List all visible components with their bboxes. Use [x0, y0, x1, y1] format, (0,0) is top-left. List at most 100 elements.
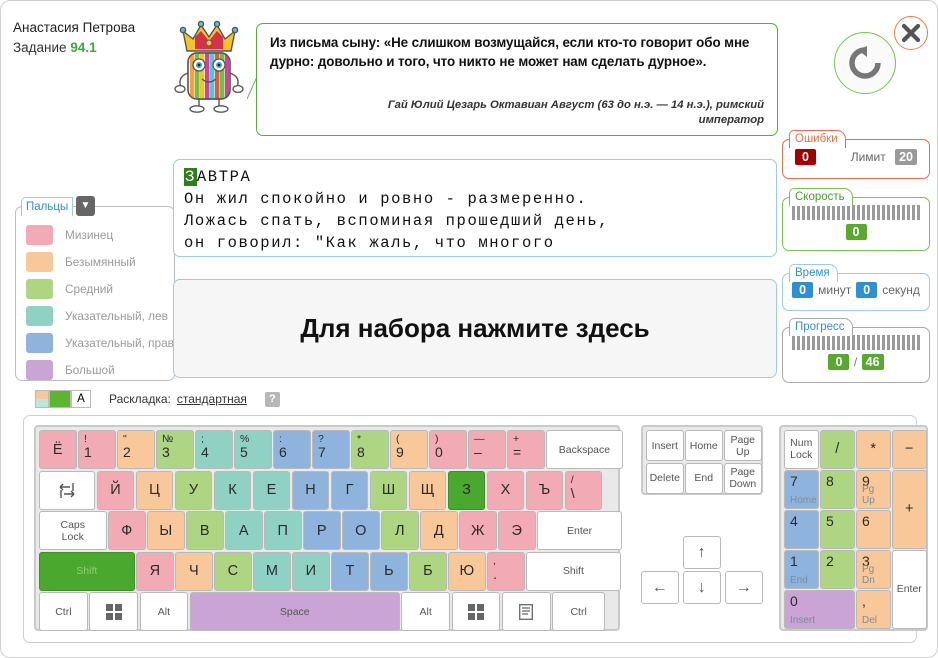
key-1[interactable]: ! 1	[78, 430, 116, 469]
key-ctrl-right[interactable]: Ctrl	[552, 592, 606, 631]
restart-button[interactable]	[834, 32, 896, 94]
key-yu[interactable]: Ю	[448, 551, 486, 591]
key-np-9[interactable]: 9 Pg Up	[856, 470, 891, 509]
key-es[interactable]: С	[214, 551, 252, 591]
key-0[interactable]: ) 0	[429, 430, 467, 469]
key-6[interactable]: :6	[273, 430, 311, 469]
key-a[interactable]: А	[225, 511, 263, 550]
letter-case-button[interactable]: A	[71, 390, 91, 408]
chevron-down-icon[interactable]: ▼	[76, 196, 95, 216]
key-i[interactable]: И	[292, 551, 330, 591]
key-np-minus[interactable]: −	[892, 430, 927, 469]
key-np-multiply[interactable]: *	[856, 430, 891, 469]
key-insert[interactable]: Insert	[646, 430, 684, 461]
key-tse[interactable]: Ц	[135, 470, 174, 510]
help-icon[interactable]: ?	[264, 391, 280, 407]
color-scheme-swatch[interactable]	[35, 390, 49, 408]
key-page-up[interactable]: Page Up	[724, 430, 762, 461]
gauge-bar	[902, 205, 905, 220]
key-ka[interactable]: К	[213, 470, 252, 510]
key-sha[interactable]: Ш	[369, 470, 408, 510]
key-ya[interactable]: Я	[136, 551, 174, 591]
key-comma[interactable]: ,.	[487, 551, 525, 591]
key-shift-right[interactable]: Shift	[526, 551, 621, 591]
key-ie[interactable]: Е	[252, 470, 291, 510]
key-end[interactable]: End	[685, 462, 723, 494]
key-ze[interactable]: З	[447, 470, 486, 510]
key-alt-left[interactable]: Alt	[139, 592, 189, 631]
highlight-color-swatch[interactable]	[49, 390, 71, 408]
key-ef[interactable]: Ф	[108, 511, 146, 550]
key-ha[interactable]: Х	[486, 470, 525, 510]
key-2[interactable]: " 2	[117, 430, 155, 469]
key-arrow-left[interactable]: ←	[641, 571, 679, 604]
key-de[interactable]: Д	[420, 511, 458, 550]
key-space[interactable]: Space	[189, 592, 400, 631]
key-7[interactable]: ? 7	[312, 430, 350, 469]
key-te[interactable]: Т	[331, 551, 369, 591]
key-yery[interactable]: Ы	[147, 511, 185, 550]
key-enter[interactable]: Enter	[537, 511, 623, 550]
key-np-5[interactable]: 5	[820, 510, 855, 549]
key-5[interactable]: % 5	[234, 430, 272, 469]
key-np-2[interactable]: 2	[820, 550, 855, 589]
key-em[interactable]: М	[253, 551, 291, 591]
key-np-4[interactable]: 4	[784, 510, 819, 549]
key-label: Е	[266, 482, 277, 498]
key-che[interactable]: Ч	[175, 551, 213, 591]
key-alt-right[interactable]: Alt	[401, 592, 450, 631]
typing-input-area[interactable]: Для набора нажмите здесь	[173, 279, 777, 378]
key-pe[interactable]: П	[264, 511, 302, 550]
key-arrow-right[interactable]: →	[725, 571, 763, 604]
key-8[interactable]: * 8	[351, 430, 389, 469]
key-np-enter[interactable]: Enter	[892, 550, 927, 629]
key-np-0[interactable]: 0 Insert	[784, 590, 855, 629]
key-ve[interactable]: В	[186, 511, 224, 550]
key-minus[interactable]: — –	[468, 430, 506, 469]
key-yo[interactable]: Ё	[39, 430, 77, 469]
key-win-left[interactable]	[89, 592, 138, 631]
key-num-lock[interactable]: Num Lock	[784, 430, 819, 469]
key-shift-left[interactable]: Shift	[39, 551, 135, 591]
key-np-1[interactable]: 1 End	[784, 550, 819, 589]
close-button[interactable]	[894, 16, 928, 50]
key-be[interactable]: Б	[409, 551, 447, 591]
layout-value-link[interactable]: стандартная	[177, 392, 247, 406]
key-np-decimal[interactable]: , Del	[856, 590, 891, 629]
key-shcha[interactable]: Щ	[408, 470, 447, 510]
key-3[interactable]: № 3	[156, 430, 194, 469]
key-caps-lock[interactable]: Caps Lock	[39, 511, 107, 550]
key-equals[interactable]: + =	[507, 430, 545, 469]
key-o[interactable]: О	[342, 511, 380, 550]
key-delete[interactable]: Delete	[646, 462, 684, 494]
key-slash[interactable]: / \	[564, 470, 603, 510]
key-np-divide[interactable]: /	[820, 430, 855, 469]
key-zhe[interactable]: Ж	[459, 511, 497, 550]
key-np-6[interactable]: 6	[856, 510, 891, 549]
key-page-down[interactable]: Page Down	[724, 462, 762, 494]
key-ctrl-left[interactable]: Ctrl	[39, 592, 88, 631]
key-en[interactable]: Н	[291, 470, 330, 510]
key-tab[interactable]	[39, 470, 96, 510]
key-arrow-up[interactable]: ↑	[683, 536, 721, 569]
key-np-8[interactable]: 8	[820, 470, 855, 509]
key-win-right[interactable]	[451, 592, 501, 631]
key-u[interactable]: У	[174, 470, 213, 510]
key-menu[interactable]	[501, 592, 551, 631]
key-home[interactable]: Home	[685, 430, 723, 461]
key-i-short[interactable]: Й	[96, 470, 135, 510]
key-arrow-down[interactable]: ↓	[683, 571, 721, 604]
key-soft-sign[interactable]: Ь	[370, 551, 408, 591]
key-er[interactable]: Р	[303, 511, 341, 550]
key-e-reversed[interactable]: Э	[498, 511, 536, 550]
key-el[interactable]: Л	[381, 511, 419, 550]
key-ghe[interactable]: Г	[330, 470, 369, 510]
key-4[interactable]: ; 4	[195, 430, 233, 469]
key-9[interactable]: (9	[390, 430, 428, 469]
key-np-7[interactable]: 7 Home	[784, 470, 819, 509]
key-hard-sign[interactable]: Ъ	[525, 470, 564, 510]
key-backspace[interactable]: Backspace	[546, 430, 623, 469]
finger-label: Указательный, лев	[65, 308, 168, 323]
key-np-plus[interactable]: +	[892, 470, 927, 549]
key-np-3[interactable]: 3 Pg Dn	[856, 550, 891, 589]
